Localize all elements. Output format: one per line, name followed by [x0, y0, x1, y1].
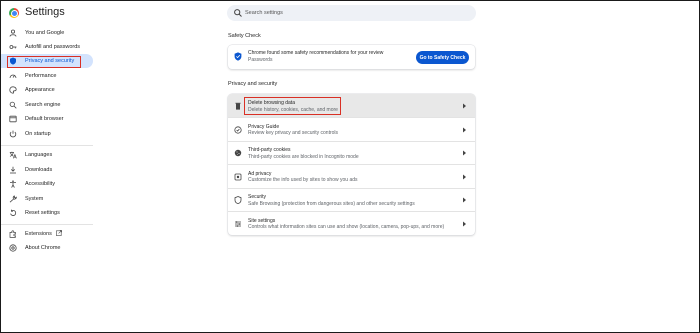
language-icon — [9, 151, 17, 159]
settings-window: Settings You and Google Autofill and pas… — [0, 0, 700, 333]
sidebar-item-label: Extensions — [25, 231, 52, 237]
search-box[interactable] — [227, 5, 476, 21]
sidebar-item-accessibility[interactable]: Accessibility — [1, 177, 93, 191]
sidebar-item-label: Languages — [25, 152, 53, 158]
row-title: Site settings — [248, 217, 276, 224]
row-title: Third-party cookies — [248, 147, 291, 153]
sidebar-item-about-chrome[interactable]: About Chrome — [1, 241, 93, 255]
speedometer-icon — [9, 72, 17, 80]
sidebar-item-label: Appearance — [25, 87, 55, 93]
sidebar-item-search-engine[interactable]: Search engine — [1, 98, 93, 112]
key-icon — [9, 43, 17, 51]
row-text: Site settings Controls what information … — [248, 218, 444, 232]
sidebar-item-label: System — [25, 196, 44, 202]
sidebar-item-appearance[interactable]: Appearance — [1, 83, 93, 97]
row-site-settings[interactable]: Site settings Controls what information … — [228, 212, 475, 236]
sidebar-item-on-startup[interactable]: On startup — [1, 127, 93, 141]
arrow-right-icon — [463, 127, 466, 132]
row-text: Privacy Guide Review key privacy and sec… — [248, 124, 338, 138]
safety-check-message: Chrome found some safety recommendations… — [248, 50, 383, 63]
person-icon — [9, 29, 17, 37]
sidebar-item-label: Autofill and passwords — [25, 44, 81, 50]
puzzle-icon — [9, 230, 17, 238]
sidebar-item-performance[interactable]: Performance — [1, 69, 93, 83]
arrow-right-icon — [463, 103, 466, 109]
safety-check-heading: Safety Check — [228, 33, 261, 39]
row-ad-privacy[interactable]: Ad privacy Customize the info used by si… — [228, 165, 475, 188]
sidebar-item-label: Reset settings — [25, 210, 60, 216]
security-shield-icon — [234, 196, 242, 204]
row-third-party-cookies[interactable]: Third-party cookies Third-party cookies … — [228, 141, 475, 165]
row-text: Security Safe Browsing (protection from … — [248, 194, 415, 208]
sidebar-item-languages[interactable]: Languages — [1, 148, 93, 162]
cookie-icon — [234, 149, 242, 157]
sidebar-item-label: On startup — [25, 131, 51, 137]
sidebar-item-you-and-google[interactable]: You and Google — [1, 26, 93, 40]
search-icon — [234, 9, 242, 17]
chrome-icon — [9, 244, 17, 252]
row-subtitle: Review key privacy and security controls — [248, 130, 339, 137]
download-icon — [9, 166, 17, 174]
sidebar-item-label: About Chrome — [25, 245, 61, 251]
row-subtitle: Safe Browsing (protection from dangerous… — [248, 200, 415, 207]
sliders-icon — [234, 220, 242, 228]
chrome-logo-icon — [9, 8, 19, 18]
shield-check-icon — [234, 52, 242, 61]
browser-icon — [9, 115, 17, 123]
row-subtitle: Customize the info used by sites to show… — [248, 177, 358, 184]
reset-icon — [9, 209, 17, 217]
safety-check-text: Chrome found some safety recommendations… — [248, 50, 384, 56]
row-security[interactable]: Security Safe Browsing (protection from … — [228, 188, 475, 212]
sidebar-divider — [1, 145, 93, 146]
row-title: Security — [248, 194, 267, 200]
wrench-icon — [9, 195, 17, 203]
header: Settings — [1, 1, 699, 25]
search-icon — [9, 101, 17, 109]
accessibility-icon — [9, 180, 17, 188]
sidebar-item-label: Performance — [25, 73, 57, 79]
arrow-right-icon — [463, 174, 466, 179]
arrow-right-icon — [463, 221, 466, 226]
row-subtitle: Third-party cookies are blocked in Incog… — [248, 153, 359, 160]
sidebar-item-label: Downloads — [25, 167, 53, 173]
highlight-box-delete-browsing-data — [244, 97, 341, 115]
privacy-section-heading: Privacy and security — [228, 81, 278, 87]
arrow-right-icon — [463, 150, 466, 156]
safety-check-card: Chrome found some safety recommendations… — [228, 45, 475, 69]
search-input[interactable] — [245, 5, 465, 21]
safety-check-subtext: Passwords — [248, 56, 273, 63]
open-in-new-icon — [56, 230, 62, 236]
power-icon — [9, 130, 17, 138]
sidebar-item-system[interactable]: System — [1, 192, 93, 206]
row-subtitle: Controls what information sites can use … — [248, 224, 445, 231]
row-text: Third-party cookies Third-party cookies … — [248, 147, 359, 161]
sidebar-item-label: Default browser — [25, 116, 64, 122]
sidebar-item-label: You and Google — [25, 30, 65, 36]
row-text: Ad privacy Customize the info used by si… — [248, 171, 358, 185]
ad-privacy-icon — [234, 173, 242, 181]
sidebar-item-label: Accessibility — [25, 181, 55, 187]
sidebar-item-extensions[interactable]: Extensions — [1, 227, 93, 241]
row-title: Privacy Guide — [248, 123, 280, 130]
privacy-guide-icon — [234, 125, 242, 134]
go-to-safety-check-button[interactable]: Go to Safety Check — [416, 51, 469, 64]
trash-icon — [234, 102, 242, 110]
sidebar-item-default-browser[interactable]: Default browser — [1, 112, 93, 126]
row-privacy-guide[interactable]: Privacy Guide Review key privacy and sec… — [228, 118, 475, 141]
sidebar-item-autofill[interactable]: Autofill and passwords — [1, 40, 93, 54]
row-title: Ad privacy — [248, 170, 272, 177]
palette-icon — [9, 86, 17, 94]
sidebar-item-reset-settings[interactable]: Reset settings — [1, 206, 93, 220]
privacy-card: Delete browsing data Delete history, coo… — [228, 94, 475, 235]
sidebar-item-label: Search engine — [25, 102, 61, 108]
highlight-box-sidebar — [7, 56, 81, 68]
sidebar-item-downloads[interactable]: Downloads — [1, 163, 93, 177]
page-title: Settings — [25, 6, 65, 18]
arrow-right-icon — [463, 197, 466, 203]
sidebar-divider — [1, 224, 93, 225]
